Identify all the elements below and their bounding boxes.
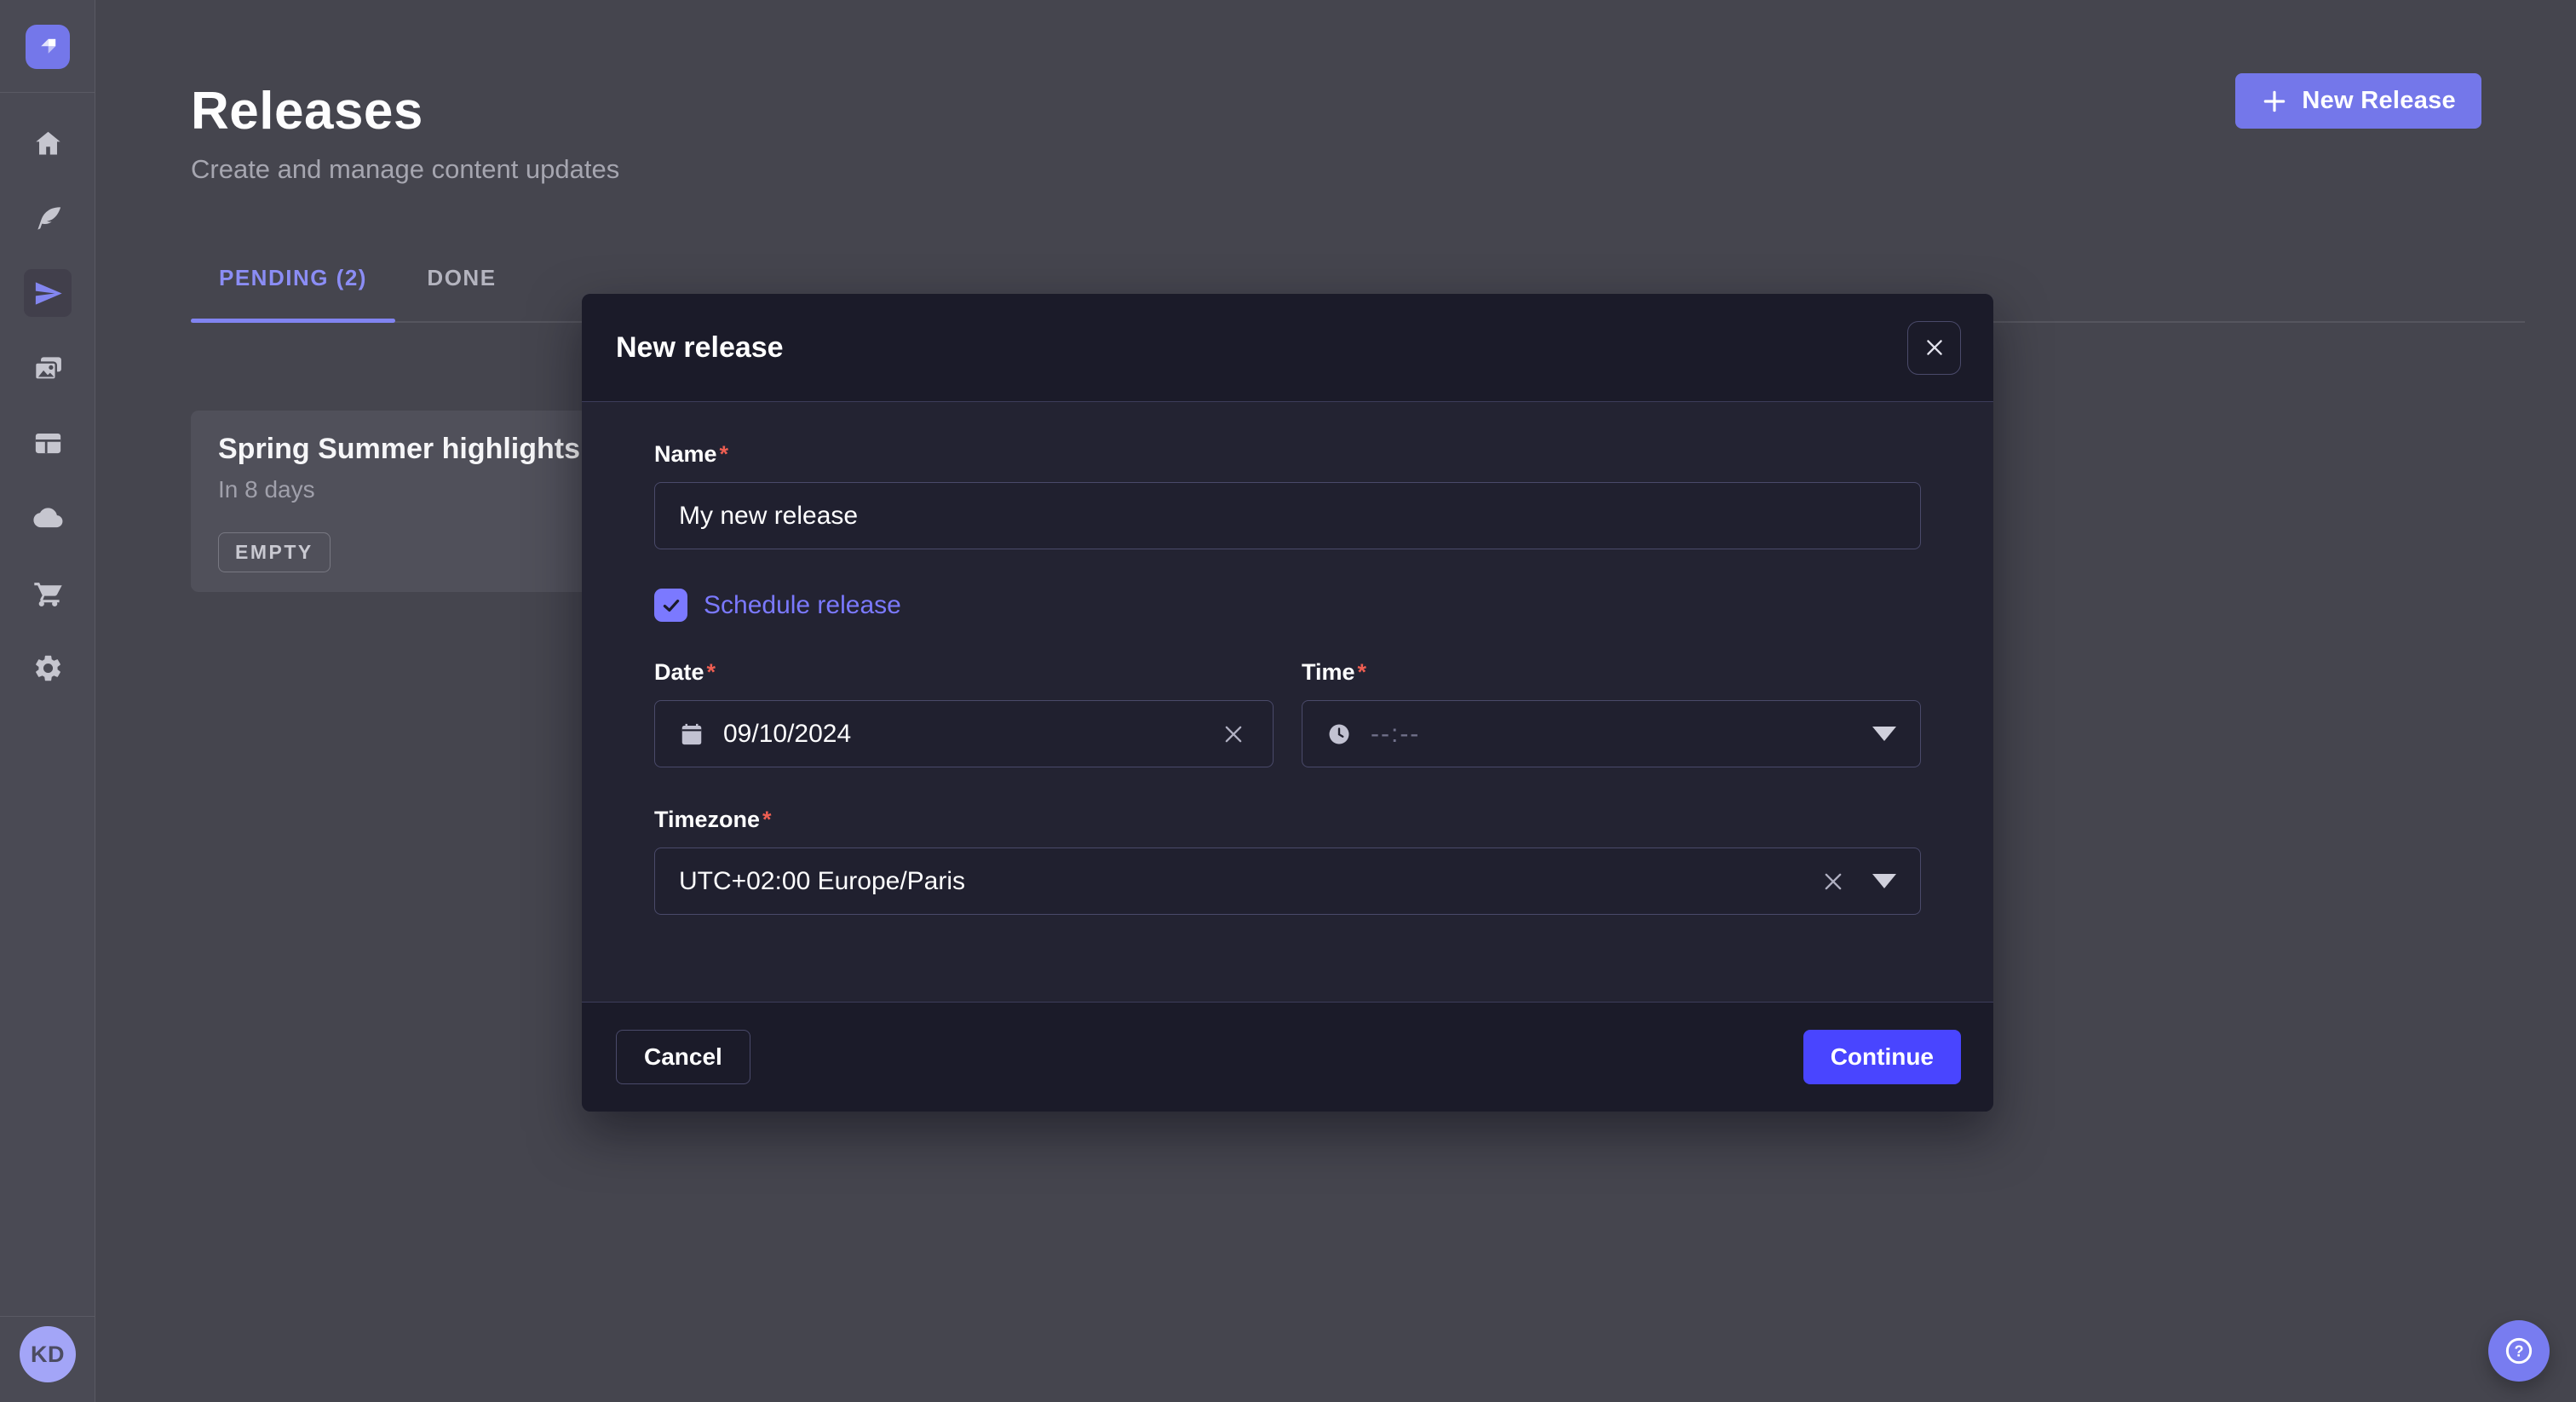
- strapi-logo[interactable]: [26, 25, 70, 69]
- timezone-label-text: Timezone: [654, 807, 760, 833]
- time-label-text: Time: [1302, 659, 1355, 686]
- picture-icon: [32, 353, 64, 384]
- timezone-clear-button[interactable]: [1818, 866, 1849, 897]
- schedule-release-label[interactable]: Schedule release: [704, 591, 901, 620]
- cloud-icon: [32, 503, 64, 534]
- tab-pending[interactable]: PENDING (2): [191, 265, 395, 323]
- sidebar-nav: [0, 119, 95, 692]
- svg-text:?: ?: [2514, 1343, 2523, 1360]
- date-field-group: Date* 09/10/2024: [654, 659, 1274, 767]
- gear-icon: [32, 652, 64, 684]
- modal-header: New release: [582, 294, 1993, 402]
- home-icon: [32, 128, 64, 159]
- sidebar-item-cloud[interactable]: [24, 494, 72, 542]
- release-card-status-badge: EMPTY: [218, 532, 331, 572]
- timezone-label: Timezone*: [654, 807, 1921, 833]
- date-clear-button[interactable]: [1218, 719, 1249, 750]
- calendar-icon: [679, 721, 704, 747]
- page-subtitle: Create and manage content updates: [191, 154, 619, 185]
- page-title: Releases: [191, 81, 619, 141]
- page-header: Releases Create and manage content updat…: [191, 81, 619, 185]
- date-time-row: Date* 09/10/2024: [654, 659, 1921, 767]
- modal-title: New release: [616, 331, 784, 365]
- chevron-down-icon[interactable]: [1872, 727, 1896, 741]
- modal-close-button[interactable]: [1907, 321, 1961, 375]
- modal-footer: Cancel Continue: [582, 1002, 1993, 1112]
- sidebar-item-home[interactable]: [24, 119, 72, 167]
- feather-icon: [32, 203, 64, 234]
- panel-icon: [32, 428, 64, 459]
- sidebar-item-marketplace[interactable]: [24, 569, 72, 617]
- new-release-button-label: New Release: [2302, 87, 2456, 115]
- cancel-button[interactable]: Cancel: [616, 1030, 750, 1084]
- date-label-text: Date: [654, 659, 704, 686]
- schedule-release-checkbox[interactable]: [654, 589, 687, 622]
- sidebar-item-settings[interactable]: [24, 644, 72, 692]
- date-input[interactable]: 09/10/2024: [654, 700, 1274, 767]
- user-avatar[interactable]: KD: [20, 1326, 76, 1382]
- cart-icon: [32, 577, 64, 609]
- modal-body: Name* My new release Schedule release: [582, 402, 1993, 1002]
- sidebar-item-releases[interactable]: [24, 269, 72, 317]
- required-asterisk: *: [707, 659, 716, 686]
- required-asterisk: *: [762, 807, 772, 833]
- name-label-text: Name: [654, 441, 717, 468]
- required-asterisk: *: [1358, 659, 1367, 686]
- sidebar: KD: [0, 0, 95, 1402]
- name-input-value: My new release: [679, 502, 858, 531]
- date-label: Date*: [654, 659, 1274, 686]
- schedule-release-row: Schedule release: [654, 589, 1921, 622]
- time-label: Time*: [1302, 659, 1921, 686]
- timezone-select[interactable]: UTC+02:00 Europe/Paris: [654, 848, 1921, 915]
- new-release-modal: New release Name* My new release: [582, 294, 1993, 1112]
- new-release-button[interactable]: New Release: [2235, 73, 2481, 129]
- sidebar-item-content-type-builder[interactable]: [24, 194, 72, 242]
- continue-button[interactable]: Continue: [1803, 1030, 1961, 1084]
- name-label: Name*: [654, 441, 1921, 468]
- time-field-group: Time* --:--: [1302, 659, 1921, 767]
- app-root: KD Releases Create and manage content up…: [0, 0, 2576, 1402]
- strapi-logo-icon: [33, 32, 62, 61]
- sidebar-item-media-library[interactable]: [24, 344, 72, 392]
- question-mark-icon: ?: [2503, 1335, 2535, 1367]
- close-icon: [1923, 336, 1946, 359]
- time-input[interactable]: --:--: [1302, 700, 1921, 767]
- plus-icon: [2261, 88, 2288, 115]
- timezone-select-value: UTC+02:00 Europe/Paris: [679, 867, 965, 896]
- sidebar-divider: [0, 92, 95, 93]
- sidebar-item-content-manager[interactable]: [24, 419, 72, 467]
- name-input[interactable]: My new release: [654, 482, 1921, 549]
- chevron-down-icon[interactable]: [1872, 874, 1896, 888]
- sidebar-divider: [0, 1316, 95, 1317]
- help-button[interactable]: ?: [2488, 1320, 2550, 1382]
- name-field-group: Name* My new release: [654, 441, 1921, 549]
- time-input-placeholder: --:--: [1371, 720, 1420, 749]
- checkmark-icon: [660, 595, 682, 617]
- paper-plane-icon: [32, 278, 64, 309]
- clock-icon: [1326, 721, 1352, 747]
- required-asterisk: *: [720, 441, 729, 468]
- date-input-value: 09/10/2024: [723, 720, 851, 749]
- timezone-field-group: Timezone* UTC+02:00 Europe/Paris: [654, 807, 1921, 915]
- tab-done[interactable]: DONE: [399, 265, 524, 323]
